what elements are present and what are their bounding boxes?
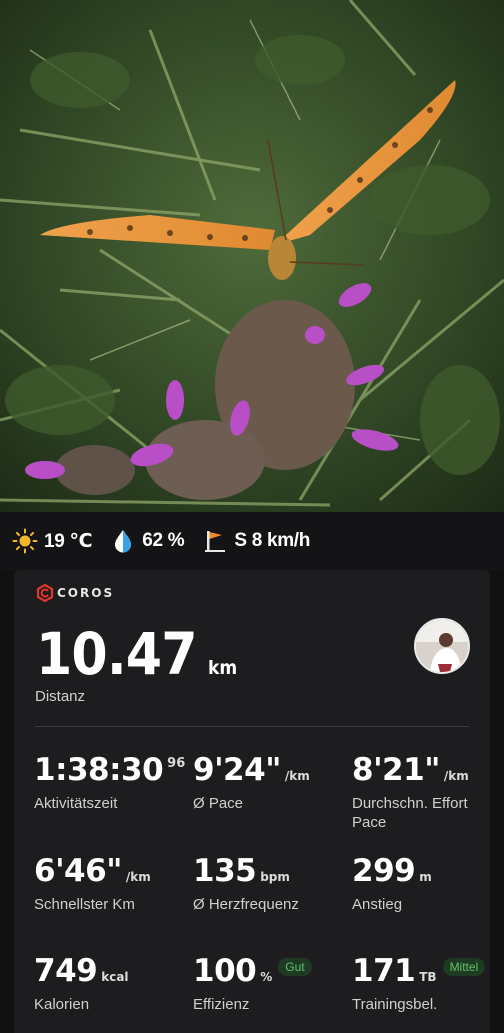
stat-effort-pace: 8'21" /km Durchschn. Effort Pace bbox=[352, 752, 482, 832]
stat-avg-heart-rate: 135 bpm Ø Herzfrequenz bbox=[193, 853, 299, 914]
distance-value-row: 10.47 km bbox=[36, 620, 241, 688]
stat-calories: 749 kcal Kalorien bbox=[34, 953, 129, 1014]
coros-hexagon-icon bbox=[36, 584, 54, 602]
stat-unit: 96 bbox=[167, 756, 186, 771]
stat-value: 299 bbox=[352, 853, 416, 889]
humidity-item: 62 % bbox=[110, 528, 185, 554]
stat-value: 8'21" bbox=[352, 752, 440, 788]
stat-label: Durchschn. Effort Pace bbox=[352, 795, 468, 831]
activity-summary-card[interactable]: COROS 10.47 km Distanz 1:38:30 96 Aktivi… bbox=[14, 570, 490, 1033]
coros-logo: COROS bbox=[36, 584, 114, 602]
stat-label: Trainingsbel. bbox=[352, 996, 438, 1013]
stat-label: Aktivitätszeit bbox=[34, 795, 118, 812]
stat-unit: /km bbox=[284, 769, 310, 783]
distance-unit: km bbox=[208, 657, 238, 679]
stat-ascent: 299 m Anstieg bbox=[352, 853, 432, 914]
stat-value: 171 bbox=[352, 953, 416, 989]
stat-label: Ø Pace bbox=[193, 795, 244, 812]
activity-photo[interactable] bbox=[0, 0, 504, 512]
stat-value: 100 bbox=[193, 953, 257, 989]
wind-value: S 8 km/h bbox=[234, 530, 311, 551]
stat-unit: /km bbox=[125, 870, 151, 884]
stat-unit: TB bbox=[419, 970, 437, 984]
water-drop-icon bbox=[115, 530, 132, 553]
stat-label: Anstieg bbox=[352, 896, 403, 913]
stat-unit: bpm bbox=[260, 870, 290, 884]
stat-value: 9'24" bbox=[193, 752, 281, 788]
stat-fastest-km: 6'46" /km Schnellster Km bbox=[34, 853, 151, 914]
status-badge: Gut bbox=[278, 958, 312, 976]
distance-label: Distanz bbox=[35, 688, 86, 705]
stat-efficiency: 100 % Gut Effizienz bbox=[193, 953, 312, 1014]
wind-item: S 8 km/h bbox=[202, 528, 310, 554]
stat-activity-time: 1:38:30 96 Aktivitätszeit bbox=[34, 752, 185, 813]
avatar[interactable] bbox=[414, 618, 470, 674]
distance-value: 10.47 bbox=[36, 620, 198, 688]
stat-unit: % bbox=[260, 970, 273, 984]
stat-value: 135 bbox=[193, 853, 257, 889]
stat-value: 749 bbox=[34, 953, 98, 989]
wind-flag-icon bbox=[205, 531, 226, 552]
stat-value: 1:38:30 bbox=[34, 752, 164, 788]
sun-icon bbox=[12, 528, 38, 554]
stat-unit: m bbox=[419, 870, 432, 884]
temperature-value: 19 ℃ bbox=[44, 530, 93, 552]
divider bbox=[35, 726, 469, 727]
butterfly-photo bbox=[0, 0, 504, 512]
stat-unit: /km bbox=[443, 769, 469, 783]
temperature-item: 19 ℃ bbox=[12, 528, 93, 554]
stat-training-load: 171 TB Mittel Trainingsbel. bbox=[352, 953, 486, 1014]
stat-value: 6'46" bbox=[34, 853, 122, 889]
user-photo bbox=[416, 620, 468, 672]
status-badge: Mittel bbox=[442, 958, 486, 976]
brand-text: COROS bbox=[57, 586, 115, 600]
stat-avg-pace: 9'24" /km Ø Pace bbox=[193, 752, 310, 813]
stat-unit: kcal bbox=[101, 970, 129, 984]
stat-label: Ø Herzfrequenz bbox=[193, 896, 299, 913]
stat-label: Kalorien bbox=[34, 996, 90, 1013]
stat-label: Schnellster Km bbox=[34, 896, 135, 913]
weather-bar: 19 ℃ 62 % S 8 km/h bbox=[0, 512, 504, 570]
stat-label: Effizienz bbox=[193, 996, 250, 1013]
humidity-value: 62 % bbox=[142, 530, 185, 551]
